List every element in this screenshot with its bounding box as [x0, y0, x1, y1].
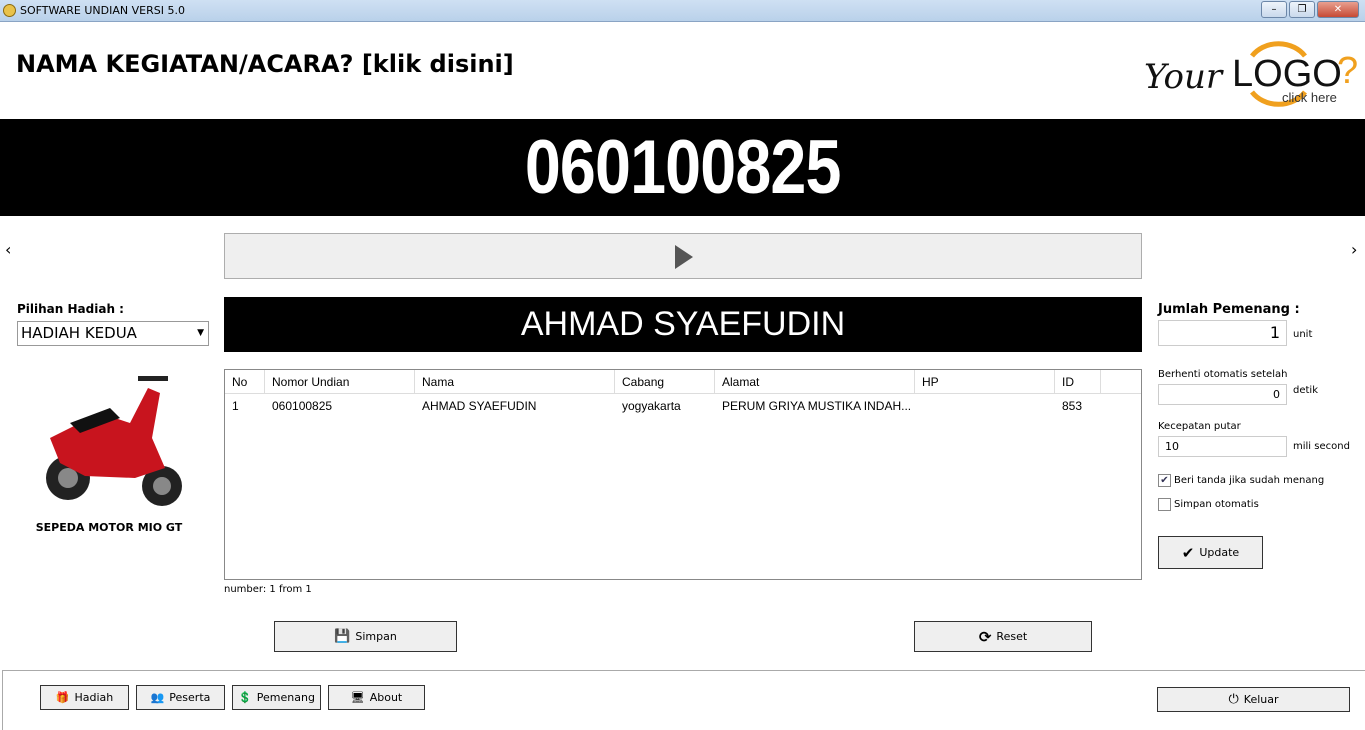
cell-branch: yogyakarta [622, 399, 681, 413]
prize-select-value: HADIAH KEDUA [21, 324, 137, 342]
column-header[interactable]: No [225, 370, 265, 394]
column-header-filler [1101, 370, 1141, 394]
close-button[interactable]: ✕ [1317, 1, 1359, 18]
reset-label: Reset [996, 630, 1028, 643]
next-arrow-icon[interactable]: › [1351, 240, 1357, 259]
speed-input[interactable]: 10 [1158, 436, 1287, 457]
event-title[interactable]: NAMA KEGIATAN/ACARA? [klik disini] [16, 50, 514, 78]
column-header[interactable]: ID [1055, 370, 1101, 394]
peserta-button[interactable]: 👥 Peserta [136, 685, 225, 710]
prize-image [40, 368, 185, 513]
column-header[interactable]: Nama [415, 370, 615, 394]
pemenang-label: Pemenang [256, 691, 315, 704]
svg-text:Your: Your [1144, 57, 1224, 97]
prize-label: Pilihan Hadiah : [17, 302, 124, 316]
reset-button[interactable]: ⟳ Reset [914, 621, 1092, 652]
about-button[interactable]: 🖥 About [328, 685, 425, 710]
cell-address: PERUM GRIYA MUSTIKA INDAH... [722, 399, 912, 413]
logo[interactable]: Your LOGO ? click here [1140, 38, 1362, 108]
prize-item-name: SEPEDA MOTOR MIO GT [35, 521, 183, 534]
svg-text:?: ? [1337, 50, 1358, 92]
auto-stop-label: Berhenti otomatis setelah [1158, 369, 1288, 380]
prev-arrow-icon[interactable]: ‹ [5, 240, 11, 259]
update-label: Update [1199, 546, 1240, 559]
column-header[interactable]: Cabang [615, 370, 715, 394]
checkmark-icon: ✔ [1181, 543, 1195, 562]
maximize-button[interactable]: ❐ [1289, 1, 1315, 18]
table-status: number: 1 from 1 [224, 584, 312, 595]
mark-winner-checkbox[interactable]: ✔ [1158, 474, 1171, 487]
speed-label: Kecepatan putar [1158, 421, 1241, 432]
update-button[interactable]: ✔ Update [1158, 536, 1263, 569]
about-label: About [369, 691, 403, 704]
power-icon: ⏻ [1228, 692, 1239, 707]
save-button[interactable]: 💾 Simpan [274, 621, 457, 652]
svg-text:click here: click here [1282, 90, 1337, 105]
column-header[interactable]: Nomor Undian [265, 370, 415, 394]
prize-select[interactable]: HADIAH KEDUA ▼ [17, 321, 209, 346]
mark-winner-label: Beri tanda jika sudah menang [1174, 475, 1325, 486]
winners-count-input[interactable]: 1 [1158, 320, 1287, 346]
save-label: Simpan [355, 630, 397, 643]
winners-table[interactable]: No Nomor Undian Nama Cabang Alamat HP ID… [224, 369, 1142, 580]
chevron-down-icon: ▼ [197, 328, 204, 338]
logo-graphic: Your LOGO ? click here [1144, 41, 1358, 107]
draw-number-display: 060100825 [0, 119, 1365, 216]
cell-hp [915, 394, 922, 416]
svg-text:LOGO: LOGO [1232, 53, 1342, 95]
autosave-label: Simpan otomatis [1174, 499, 1259, 510]
winner-money-icon: 💲 [238, 691, 252, 704]
pemenang-button[interactable]: 💲 Pemenang [232, 685, 321, 710]
cell-number: 060100825 [272, 399, 333, 413]
play-icon [675, 245, 693, 269]
app-icon [3, 4, 16, 17]
column-header[interactable]: Alamat [715, 370, 915, 394]
winners-count-label: Jumlah Pemenang : [1158, 302, 1300, 317]
hadiah-label: Hadiah [74, 691, 114, 704]
users-icon: 👥 [150, 691, 165, 704]
gift-icon: 🎁 [55, 691, 70, 704]
play-button[interactable] [224, 233, 1142, 279]
column-header[interactable]: HP [915, 370, 1055, 394]
window-title: SOFTWARE UNDIAN VERSI 5.0 [20, 4, 185, 17]
refresh-icon: ⟳ [978, 627, 992, 646]
exit-button[interactable]: ⏻ Keluar [1157, 687, 1350, 712]
monitor-icon: 🖥 [350, 691, 365, 704]
cell-id: 853 [1062, 399, 1083, 413]
auto-stop-input[interactable]: 0 [1158, 384, 1287, 405]
title-bar: SOFTWARE UNDIAN VERSI 5.0 – ❐ ✕ [0, 0, 1365, 22]
exit-label: Keluar [1243, 693, 1279, 706]
peserta-label: Peserta [169, 691, 211, 704]
autosave-checkbox[interactable] [1158, 498, 1171, 511]
winner-name-display: AHMAD SYAEFUDIN [224, 297, 1142, 352]
winners-unit: unit [1293, 329, 1313, 340]
minimize-button[interactable]: – [1261, 1, 1287, 18]
hadiah-button[interactable]: 🎁 Hadiah [40, 685, 129, 710]
speed-unit: mili second [1293, 441, 1350, 452]
cell-no: 1 [232, 399, 239, 413]
floppy-disk-icon: 💾 [334, 629, 351, 644]
cell-name: AHMAD SYAEFUDIN [422, 399, 537, 413]
auto-stop-unit: detik [1293, 385, 1318, 396]
